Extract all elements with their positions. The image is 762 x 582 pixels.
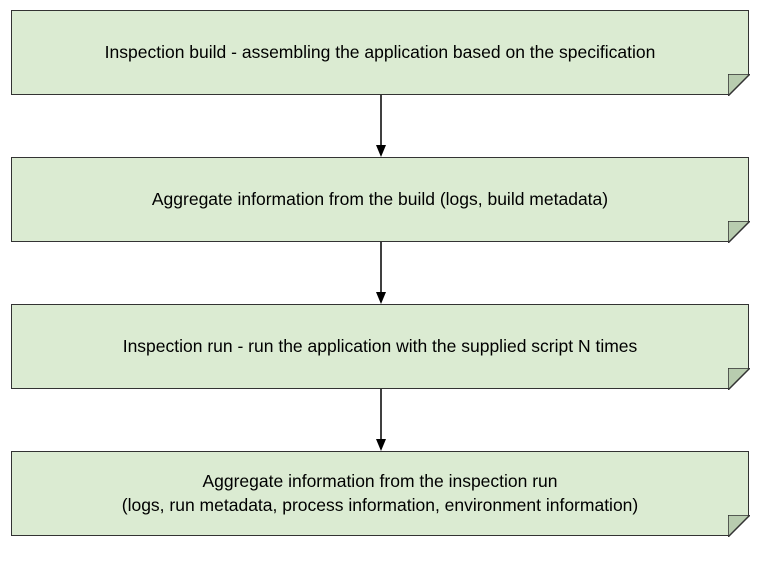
flow-node-3-text: Inspection run - run the application wit… [123, 335, 638, 359]
flow-node-2-text: Aggregate information from the build (lo… [152, 188, 608, 212]
arrow-3 [376, 389, 386, 451]
flow-node-4-text: Aggregate information from the inspectio… [122, 470, 639, 517]
flow-node-1-text: Inspection build - assembling the applic… [105, 41, 656, 65]
flow-node-3: Inspection run - run the application wit… [11, 304, 749, 389]
flow-node-2: Aggregate information from the build (lo… [11, 157, 749, 242]
page-fold-icon [728, 74, 750, 96]
page-fold-icon [728, 221, 750, 243]
page-fold-icon [728, 515, 750, 537]
arrow-1 [376, 95, 386, 157]
page-fold-icon [728, 368, 750, 390]
flow-node-4: Aggregate information from the inspectio… [11, 451, 749, 536]
arrow-2 [376, 242, 386, 304]
flow-node-1: Inspection build - assembling the applic… [11, 10, 749, 95]
